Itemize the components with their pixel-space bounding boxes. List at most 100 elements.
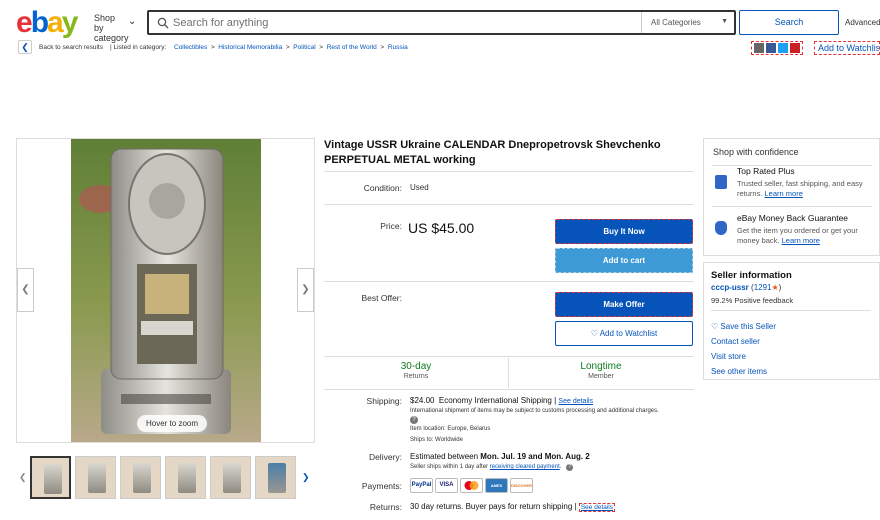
delivery-estimate: Estimated between Mon. Jul. 19 and Mon. … bbox=[410, 452, 590, 461]
help-icon[interactable]: ? bbox=[566, 464, 574, 471]
money-back-guarantee-title: eBay Money Back Guarantee bbox=[737, 213, 849, 223]
save-seller-link[interactable]: ♡ Save this Seller bbox=[711, 322, 776, 331]
add-to-watchlist-button[interactable]: ♡ Add to Watchlist bbox=[555, 321, 693, 346]
shipping-label: Shipping: bbox=[366, 396, 402, 406]
divider bbox=[324, 171, 694, 172]
twitter-icon[interactable] bbox=[778, 43, 788, 53]
heart-icon: ♡ bbox=[590, 329, 598, 338]
learn-more-link[interactable]: Learn more bbox=[765, 189, 803, 198]
delivery-label: Delivery: bbox=[368, 452, 402, 462]
cleared-payment-link[interactable]: receiving cleared payment bbox=[490, 464, 560, 470]
chevron-down-icon: ▼ bbox=[721, 18, 728, 25]
best-offer-label: Best Offer: bbox=[361, 293, 402, 303]
image-gallery: ❮ ❯ Hover to zoom bbox=[16, 138, 315, 443]
payment-methods: PayPal VISA MC AMEX DISCOVER bbox=[410, 478, 540, 494]
buy-it-now-button[interactable]: Buy It Now bbox=[555, 219, 693, 244]
delivery-dates: Mon. Jul. 19 and Mon. Aug. 2 bbox=[480, 452, 590, 461]
star-icon: ★ bbox=[771, 283, 779, 292]
visit-store-link[interactable]: Visit store bbox=[711, 352, 746, 361]
money-back-guarantee-desc: Get the item you ordered or get your mon… bbox=[737, 226, 858, 245]
ebay-logo[interactable]: ebay bbox=[16, 6, 78, 40]
payments-label: Payments: bbox=[361, 481, 402, 491]
seller-information-title: Seller information bbox=[711, 270, 792, 281]
add-to-watchlist-label: Add to Watchlist bbox=[599, 329, 658, 338]
item-location: Item location: Europe, Belarus bbox=[410, 426, 491, 432]
money-back-guarantee-icon bbox=[715, 221, 727, 235]
ships-to: Ships to: Worldwide bbox=[410, 437, 463, 443]
seller-information-panel: Seller information cccp-ussr (1291★) 99.… bbox=[703, 262, 880, 380]
thumbnail[interactable] bbox=[30, 456, 71, 499]
divider bbox=[324, 204, 694, 205]
top-rated-plus-icon bbox=[715, 175, 727, 189]
thumbnail[interactable] bbox=[120, 456, 161, 499]
divider bbox=[712, 206, 872, 207]
contact-seller-link[interactable]: Contact seller bbox=[711, 337, 760, 346]
see-other-items-link[interactable]: See other items bbox=[711, 367, 767, 376]
chevron-down-icon: ⌄ bbox=[128, 16, 137, 27]
returns-stat: 30-day Returns bbox=[324, 361, 508, 380]
member-stat-label: Member bbox=[588, 373, 614, 380]
member-duration: Longtime bbox=[580, 361, 622, 372]
heart-icon: ♡ bbox=[711, 322, 719, 331]
search-bar: All Categories ▼ bbox=[147, 10, 736, 35]
listing-title: Vintage USSR Ukraine CALENDAR Dnepropetr… bbox=[324, 139, 661, 166]
add-to-cart-button[interactable]: Add to cart bbox=[555, 248, 693, 273]
make-offer-button[interactable]: Make Offer bbox=[555, 292, 693, 317]
returns-see-details-link[interactable]: See details bbox=[578, 503, 616, 512]
advanced-search-link[interactable]: Advanced bbox=[845, 18, 880, 27]
previous-image-button[interactable]: ❮ bbox=[17, 268, 34, 312]
thumbnail[interactable] bbox=[75, 456, 116, 499]
thumbnail[interactable] bbox=[255, 456, 296, 499]
share-icons bbox=[751, 41, 803, 55]
email-icon[interactable] bbox=[754, 43, 764, 53]
condition-value: Used bbox=[410, 183, 429, 192]
divider bbox=[324, 281, 694, 282]
search-button[interactable]: Search bbox=[739, 10, 839, 35]
search-input[interactable] bbox=[173, 14, 633, 32]
top-rated-plus-title: Top Rated Plus bbox=[737, 166, 795, 176]
member-stat: Longtime Member bbox=[509, 361, 693, 380]
shipping-note: International shipment of items may be s… bbox=[410, 408, 659, 414]
hover-to-zoom-label: Hover to zoom bbox=[137, 415, 207, 432]
learn-more-link[interactable]: Learn more bbox=[782, 236, 820, 245]
thumbs-prev-icon[interactable]: ❮ bbox=[19, 472, 27, 483]
help-icon[interactable]: ? bbox=[410, 416, 418, 424]
pinterest-icon[interactable] bbox=[790, 43, 800, 53]
seller-line: cccp-ussr (1291★) bbox=[711, 283, 782, 292]
next-image-button[interactable]: ❯ bbox=[297, 268, 314, 312]
breadcrumb-item[interactable]: Historical Memorabilia bbox=[218, 44, 282, 51]
shop-by-category-button[interactable]: Shop by category ⌄ bbox=[94, 13, 136, 43]
thumbnail[interactable] bbox=[210, 456, 251, 499]
back-arrow-icon[interactable]: ❮ bbox=[18, 40, 32, 54]
visa-icon: VISA bbox=[435, 478, 458, 493]
add-to-watchlist-top-link[interactable]: Add to Watchlist bbox=[814, 41, 880, 55]
breadcrumb-item[interactable]: Russia bbox=[388, 44, 408, 51]
delivery-note: Seller ships within 1 day after receivin… bbox=[410, 464, 574, 471]
listed-in-label: | Listed in category: bbox=[110, 44, 167, 51]
shipping-cost: $24.00 bbox=[410, 396, 435, 405]
breadcrumb: Collectibles > Historical Memorabilia > … bbox=[174, 44, 408, 51]
seller-name-link[interactable]: cccp-ussr bbox=[711, 283, 749, 292]
condition-label: Condition: bbox=[363, 183, 402, 193]
breadcrumb-item[interactable]: Collectibles bbox=[174, 44, 207, 51]
thumbs-next-icon[interactable]: ❯ bbox=[302, 472, 310, 483]
returns-policy: 30 day returns. Buyer pays for return sh… bbox=[410, 502, 577, 511]
back-to-search-link[interactable]: Back to search results bbox=[39, 44, 103, 51]
breadcrumb-item[interactable]: Political bbox=[293, 44, 315, 51]
shop-by-category-label: Shop by category bbox=[94, 13, 129, 43]
top-rated-plus-desc: Trusted seller, fast shipping, and easy … bbox=[737, 179, 863, 198]
breadcrumb-item[interactable]: Rest of the World bbox=[327, 44, 377, 51]
feedback-score-link[interactable]: 1291 bbox=[754, 283, 772, 292]
category-select-value: All Categories bbox=[651, 18, 701, 27]
save-seller-label: Save this Seller bbox=[720, 322, 776, 331]
shipping-method: Economy International Shipping | bbox=[438, 396, 557, 405]
shop-with-confidence-title: Shop with confidence bbox=[713, 147, 799, 157]
category-select[interactable]: All Categories ▼ bbox=[641, 12, 736, 33]
paypal-icon: PayPal bbox=[410, 478, 433, 493]
shipping-see-details-link[interactable]: See details bbox=[558, 398, 593, 405]
main-product-image[interactable] bbox=[71, 139, 261, 442]
thumbnail[interactable] bbox=[165, 456, 206, 499]
returns-days: 30-day bbox=[400, 361, 432, 372]
facebook-icon[interactable] bbox=[766, 43, 776, 53]
returns-text: 30 day returns. Buyer pays for return sh… bbox=[410, 502, 616, 512]
